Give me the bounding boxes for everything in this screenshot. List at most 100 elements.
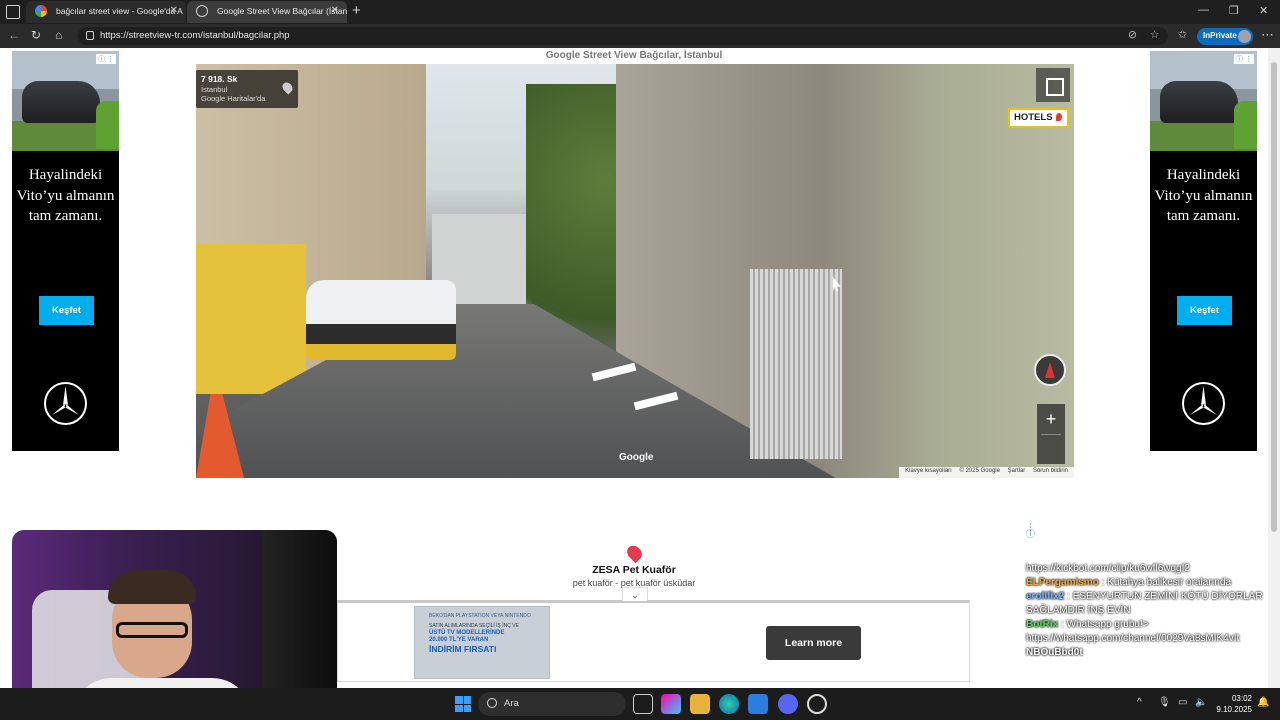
copilot-icon[interactable] bbox=[661, 694, 681, 714]
promo-line: BEKO'DAN PLAYSTATION VEYA NINTENDO bbox=[429, 613, 531, 619]
inprivate-badge[interactable]: InPrivate bbox=[1197, 28, 1253, 45]
new-tab-icon[interactable]: + bbox=[352, 2, 361, 19]
store-icon[interactable] bbox=[748, 694, 768, 714]
van-image bbox=[12, 51, 119, 151]
google-logo: Google bbox=[619, 452, 654, 463]
chat-overlay: https://kickbot.com/clip/ku6wfl6wqgf2 EL… bbox=[1026, 562, 1280, 660]
promo-line: ÜSTÜ TV MODELLERİNDE bbox=[429, 630, 505, 636]
edge-icon[interactable] bbox=[719, 694, 739, 714]
chat-message: https://kickbot.com/clip/ku6wfl6wqgf2 bbox=[1026, 562, 1280, 576]
favorite-star-icon[interactable]: ☆ bbox=[1148, 29, 1161, 42]
tray-chevron-icon[interactable]: ^ bbox=[1137, 697, 1142, 708]
side-ad-left[interactable]: ⓘ ⋮ Hayalindeki Vito’yu almanın tam zama… bbox=[12, 51, 119, 451]
chat-user: ELPergamismo bbox=[1026, 577, 1099, 588]
place-pin-icon bbox=[624, 542, 645, 564]
compass-icon[interactable] bbox=[1034, 354, 1066, 386]
hotels-button[interactable]: HOTELS bbox=[1008, 108, 1069, 128]
windows-start-icon[interactable] bbox=[455, 696, 471, 712]
favorites-icon[interactable]: ✩ bbox=[1176, 29, 1189, 42]
report-problem-link[interactable]: Sorun bildirin bbox=[1033, 468, 1068, 474]
place-name[interactable]: ZESA Pet Kuaför bbox=[534, 564, 734, 576]
promo-line: 20.000 TL'YE VARAN bbox=[429, 637, 489, 643]
streamer-hair bbox=[108, 570, 196, 604]
van-image bbox=[1150, 51, 1257, 151]
more-menu-icon[interactable]: ⋯ bbox=[1261, 27, 1274, 43]
collapse-ad-icon[interactable]: ⌄ bbox=[622, 587, 648, 601]
tab-google-search[interactable]: bağcılar street view - Google'da A ✕ bbox=[26, 1, 186, 23]
beko-promo-image[interactable]: BEKO'DAN PLAYSTATION VEYA NINTENDO SATIN… bbox=[414, 606, 550, 679]
reload-icon[interactable]: ↻ bbox=[31, 28, 41, 42]
tab-streetview[interactable]: Google Street View Bağcılar (İstan ✕ bbox=[187, 1, 347, 23]
promo-line: İNDİRİM FIRSATI bbox=[429, 644, 497, 654]
keyboard-shortcuts-link[interactable]: Klavye kısayolları bbox=[905, 468, 952, 474]
tracking-prevention-icon[interactable]: ⊘ bbox=[1126, 29, 1139, 42]
location-info-box[interactable]: 7 918. Sk İstanbul Google Haritalar'da bbox=[196, 70, 298, 108]
chat-message: ELPergamismo : Kütahya balikesir oraları… bbox=[1026, 577, 1232, 588]
zoom-control: + bbox=[1037, 404, 1065, 464]
notification-icon[interactable]: 🔔 bbox=[1257, 697, 1269, 708]
taskbar-clock[interactable]: 03:02 9.10.2025 bbox=[1216, 693, 1252, 715]
glasses bbox=[116, 622, 188, 638]
address-bar[interactable]: https://streetview-tr.com/istanbul/bagci… bbox=[78, 27, 1168, 45]
tab-title: Google Street View Bağcılar (İstan bbox=[217, 6, 347, 16]
chat-text: Whatsapp grubu!> bbox=[1066, 619, 1149, 630]
adchoices-icon[interactable]: ⓘ ⋮ bbox=[96, 54, 116, 64]
terms-link[interactable]: Şartlar bbox=[1008, 468, 1026, 474]
maps-link[interactable]: Google Haritalar'da bbox=[201, 94, 298, 103]
chat-message: BotRix : Whatsapp grubu!> bbox=[1026, 619, 1149, 630]
home-icon[interactable]: ⌂ bbox=[55, 28, 62, 42]
minimize-icon[interactable]: — bbox=[1198, 4, 1209, 16]
discord-icon[interactable] bbox=[778, 694, 798, 714]
tab-title: bağcılar street view - Google'da A bbox=[56, 6, 183, 16]
discover-button[interactable]: Keşfet bbox=[1177, 296, 1232, 325]
maximize-icon[interactable]: ❐ bbox=[1229, 4, 1239, 17]
profile-avatar bbox=[1238, 30, 1251, 43]
street-view-panorama[interactable]: 7 918. Sk İstanbul Google Haritalar'da H… bbox=[196, 64, 1074, 478]
chat-text: https://whatsapp.com/channel/0029Va8sMIK… bbox=[1026, 633, 1240, 644]
taskbar: Ara ^ 🎙 ▭ 🔈 03:02 9.10.2025 🔔 bbox=[0, 688, 1280, 720]
fullscreen-icon[interactable] bbox=[1036, 68, 1070, 102]
task-view-icon[interactable] bbox=[633, 694, 653, 714]
close-window-icon[interactable]: ✕ bbox=[1259, 4, 1268, 17]
app-icon[interactable] bbox=[807, 694, 827, 714]
tab-actions-icon[interactable] bbox=[6, 5, 20, 19]
metal-door bbox=[750, 269, 842, 459]
map-pin-icon bbox=[1055, 113, 1062, 121]
chat-message: https://whatsapp.com/channel/0029Va8sMIK… bbox=[1026, 632, 1280, 646]
discover-button[interactable]: Keşfet bbox=[39, 296, 94, 325]
file-explorer-icon[interactable] bbox=[690, 694, 710, 714]
close-tab-icon[interactable]: ✕ bbox=[170, 5, 178, 16]
search-icon bbox=[487, 698, 497, 708]
ad-headline: Hayalindeki Vito’yu almanın tam zamanı. bbox=[16, 167, 115, 224]
taskbar-search[interactable]: Ara bbox=[478, 692, 626, 716]
promo-line: SATIN ALIMLARINDA SEÇİLİ İŞ İNÇ VE bbox=[429, 623, 519, 629]
bottom-banner-ad[interactable]: ⌄ BEKO'DAN PLAYSTATION VEYA NINTENDO SAT… bbox=[337, 587, 970, 682]
google-favicon-icon bbox=[35, 5, 47, 17]
mercedes-star-icon bbox=[1182, 382, 1225, 425]
chat-message: erolifix2 : ESENYURTUN ZEMİNİ KÖTÜ DİYOR… bbox=[1026, 591, 1263, 616]
learn-more-button[interactable]: Learn more bbox=[766, 626, 861, 660]
clock-date: 9.10.2025 bbox=[1216, 705, 1252, 714]
browser-toolbar: ← ↻ ⌂ https://streetview-tr.com/istanbul… bbox=[0, 24, 1280, 48]
ad-options-icon[interactable]: ⋮ ⓘ bbox=[1026, 523, 1035, 539]
streetview-footer: Klavye kısayolları © 2025 Google Şartlar… bbox=[899, 467, 1074, 478]
volume-icon[interactable]: 🔈 bbox=[1195, 697, 1207, 708]
lock-icon bbox=[86, 31, 94, 40]
page-title: Google Street View Bağcılar, İstanbul bbox=[545, 50, 723, 61]
search-label: Ara bbox=[504, 698, 519, 709]
adchoices-icon[interactable]: ⓘ ⋮ bbox=[1234, 54, 1254, 64]
inprivate-label: InPrivate bbox=[1203, 31, 1237, 40]
network-icon[interactable]: ▭ bbox=[1178, 697, 1187, 708]
back-icon[interactable]: ← bbox=[8, 28, 20, 42]
scrollbar-thumb[interactable] bbox=[1271, 62, 1277, 532]
url-text: https://streetview-tr.com/istanbul/bagci… bbox=[100, 30, 290, 41]
zoom-in-button[interactable]: + bbox=[1037, 404, 1065, 434]
chat-text: https://kickbot.com/clip/ku6wfl6wqgf2 bbox=[1026, 563, 1190, 574]
microphone-icon[interactable]: 🎙 bbox=[1158, 697, 1171, 708]
ad-headline: Hayalindeki Vito’yu almanın tam zamanı. bbox=[1154, 167, 1253, 224]
tab-strip: bağcılar street view - Google'da A ✕ Goo… bbox=[0, 0, 1280, 24]
close-tab-icon[interactable]: ✕ bbox=[331, 5, 339, 16]
chat-text: Kütahya balikesir oralarında bbox=[1107, 577, 1232, 588]
side-ad-right[interactable]: ⓘ ⋮ Hayalindeki Vito’yu almanın tam zama… bbox=[1150, 51, 1257, 451]
globe-favicon-icon bbox=[196, 5, 208, 17]
